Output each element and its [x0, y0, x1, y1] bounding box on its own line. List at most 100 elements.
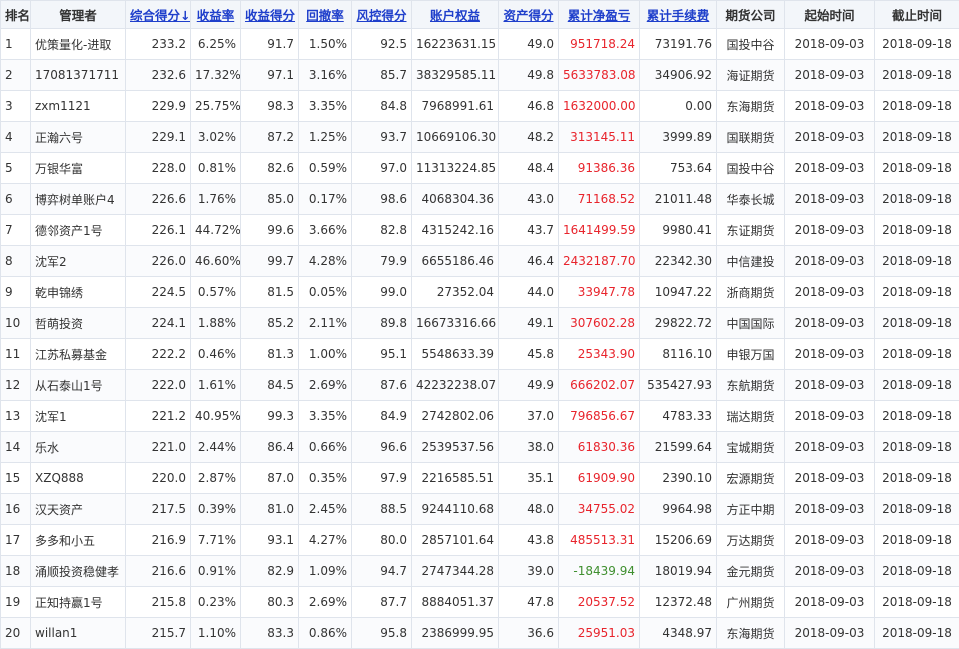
- drawdown-cell: 1.50%: [299, 29, 352, 60]
- return-rate-cell: 2.44%: [191, 432, 241, 463]
- return-score-cell: 99.3: [241, 401, 299, 432]
- start-date-cell: 2018-09-03: [785, 556, 875, 587]
- header-return-score-sort[interactable]: 收益得分: [241, 1, 299, 29]
- equity-cell: 2747344.28: [412, 556, 499, 587]
- end-date-cell: 2018-09-18: [875, 463, 959, 494]
- total-score-cell: 229.9: [126, 91, 191, 122]
- header-fees-sort[interactable]: 累计手续费: [640, 1, 717, 29]
- fees-cell: 21011.48: [640, 184, 717, 215]
- table-row: 4正瀚六号229.13.02%87.21.25%93.710669106.304…: [1, 122, 959, 153]
- risk-score-cell: 84.9: [352, 401, 412, 432]
- return-score-cell: 85.0: [241, 184, 299, 215]
- equity-cell: 7968991.61: [412, 91, 499, 122]
- end-date-cell: 2018-09-18: [875, 587, 959, 618]
- return-rate-cell: 0.46%: [191, 339, 241, 370]
- net-pnl-cell: -18439.94: [559, 556, 640, 587]
- broker-cell: 宏源期货: [717, 463, 785, 494]
- rank-cell: 10: [1, 308, 31, 339]
- manager-cell: 正瀚六号: [31, 122, 126, 153]
- rank-cell: 13: [1, 401, 31, 432]
- return-rate-cell: 1.10%: [191, 618, 241, 649]
- asset-score-cell: 49.9: [499, 370, 559, 401]
- net-pnl-cell: 91386.36: [559, 153, 640, 184]
- manager-cell: 汉天资产: [31, 494, 126, 525]
- return-score-cell: 99.6: [241, 215, 299, 246]
- manager-cell: 哲萌投资: [31, 308, 126, 339]
- total-score-cell: 233.2: [126, 29, 191, 60]
- fees-cell: 0.00: [640, 91, 717, 122]
- total-score-cell: 222.0: [126, 370, 191, 401]
- end-date-cell: 2018-09-18: [875, 525, 959, 556]
- rank-cell: 11: [1, 339, 31, 370]
- table-row: 14乐水221.02.44%86.40.66%96.62539537.5638.…: [1, 432, 959, 463]
- return-rate-cell: 17.32%: [191, 60, 241, 91]
- total-score-cell: 215.7: [126, 618, 191, 649]
- header-return-rate-sort[interactable]: 收益率: [191, 1, 241, 29]
- asset-score-cell: 44.0: [499, 277, 559, 308]
- table-row: 20willan1215.71.10%83.30.86%95.82386999.…: [1, 618, 959, 649]
- rank-cell: 5: [1, 153, 31, 184]
- drawdown-cell: 2.69%: [299, 587, 352, 618]
- net-pnl-cell: 5633783.08: [559, 60, 640, 91]
- risk-score-cell: 88.5: [352, 494, 412, 525]
- drawdown-cell: 1.00%: [299, 339, 352, 370]
- header-start-date: 起始时间: [785, 1, 875, 29]
- start-date-cell: 2018-09-03: [785, 525, 875, 556]
- broker-cell: 万达期货: [717, 525, 785, 556]
- start-date-cell: 2018-09-03: [785, 370, 875, 401]
- risk-score-cell: 84.8: [352, 91, 412, 122]
- end-date-cell: 2018-09-18: [875, 246, 959, 277]
- manager-cell: XZQ888: [31, 463, 126, 494]
- asset-score-cell: 49.1: [499, 308, 559, 339]
- return-rate-cell: 0.39%: [191, 494, 241, 525]
- fees-cell: 753.64: [640, 153, 717, 184]
- risk-score-cell: 94.7: [352, 556, 412, 587]
- broker-cell: 东海期货: [717, 91, 785, 122]
- total-score-cell: 224.1: [126, 308, 191, 339]
- net-pnl-cell: 71168.52: [559, 184, 640, 215]
- net-pnl-cell: 61830.36: [559, 432, 640, 463]
- equity-cell: 2386999.95: [412, 618, 499, 649]
- net-pnl-cell: 307602.28: [559, 308, 640, 339]
- header-total-score-sort[interactable]: 综合得分↓: [126, 1, 191, 29]
- asset-score-cell: 48.2: [499, 122, 559, 153]
- start-date-cell: 2018-09-03: [785, 432, 875, 463]
- ranking-table: 排名管理者综合得分↓收益率收益得分回撤率风控得分账户权益资产得分累计净盈亏累计手…: [0, 0, 959, 649]
- start-date-cell: 2018-09-03: [785, 91, 875, 122]
- risk-score-cell: 97.0: [352, 153, 412, 184]
- broker-cell: 国联期货: [717, 122, 785, 153]
- total-score-cell: 216.6: [126, 556, 191, 587]
- header-net-pnl-sort[interactable]: 累计净盈亏: [559, 1, 640, 29]
- drawdown-cell: 0.86%: [299, 618, 352, 649]
- asset-score-cell: 48.4: [499, 153, 559, 184]
- risk-score-cell: 92.5: [352, 29, 412, 60]
- end-date-cell: 2018-09-18: [875, 184, 959, 215]
- broker-cell: 东海期货: [717, 618, 785, 649]
- asset-score-cell: 38.0: [499, 432, 559, 463]
- fees-cell: 9980.41: [640, 215, 717, 246]
- broker-cell: 东航期货: [717, 370, 785, 401]
- return-rate-cell: 7.71%: [191, 525, 241, 556]
- return-score-cell: 87.0: [241, 463, 299, 494]
- fees-cell: 2390.10: [640, 463, 717, 494]
- start-date-cell: 2018-09-03: [785, 184, 875, 215]
- rank-cell: 1: [1, 29, 31, 60]
- equity-cell: 2539537.56: [412, 432, 499, 463]
- return-rate-cell: 46.60%: [191, 246, 241, 277]
- header-drawdown-sort[interactable]: 回撤率: [299, 1, 352, 29]
- broker-cell: 瑞达期货: [717, 401, 785, 432]
- equity-cell: 2857101.64: [412, 525, 499, 556]
- header-asset-score-sort[interactable]: 资产得分: [499, 1, 559, 29]
- header-broker: 期货公司: [717, 1, 785, 29]
- total-score-cell: 229.1: [126, 122, 191, 153]
- header-risk-score-sort[interactable]: 风控得分: [352, 1, 412, 29]
- net-pnl-cell: 666202.07: [559, 370, 640, 401]
- total-score-cell: 221.0: [126, 432, 191, 463]
- net-pnl-cell: 33947.78: [559, 277, 640, 308]
- drawdown-cell: 3.16%: [299, 60, 352, 91]
- header-equity-sort[interactable]: 账户权益: [412, 1, 499, 29]
- return-rate-cell: 44.72%: [191, 215, 241, 246]
- rank-cell: 9: [1, 277, 31, 308]
- header-end-date: 截止时间: [875, 1, 959, 29]
- rank-cell: 19: [1, 587, 31, 618]
